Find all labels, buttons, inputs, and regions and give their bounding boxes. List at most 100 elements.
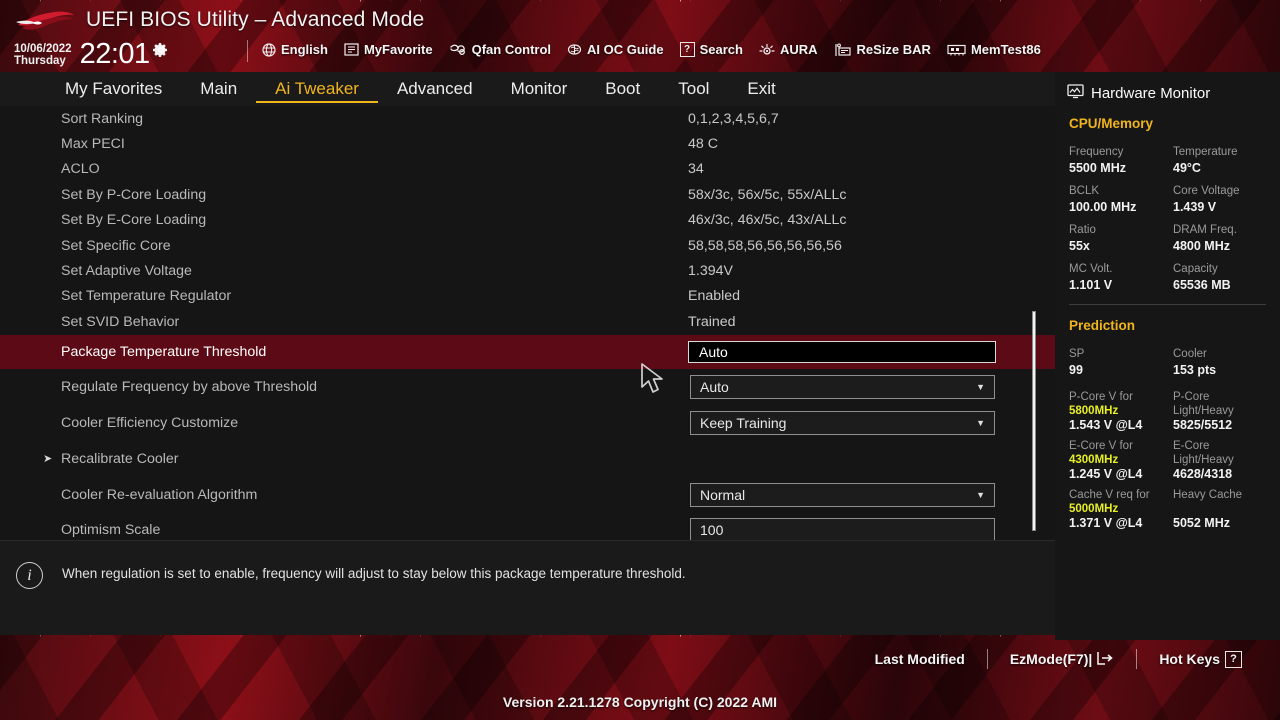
hwmon-key: Core Voltage: [1173, 185, 1240, 197]
setting-label: Set By P-Core Loading: [61, 186, 207, 203]
setting-label: Set Specific Core: [61, 237, 171, 254]
hwmon-value: 5825/5512: [1173, 418, 1233, 432]
hwmon-value: 100.00 MHz: [1069, 200, 1137, 214]
ezmode-button[interactable]: EzMode(F7)|: [988, 651, 1136, 668]
setting-label: Set Temperature Regulator: [61, 288, 232, 305]
table-row[interactable]: Set By E-Core Loading 46x/3c, 46x/5c, 43…: [0, 208, 1055, 233]
chevron-down-icon: ▼: [976, 417, 985, 428]
table-row[interactable]: Sort Ranking 0,1,2,3,4,5,6,7: [0, 106, 1055, 131]
hwmon-key-highlight: 4300MHz: [1069, 454, 1119, 466]
tool-english[interactable]: English: [262, 42, 328, 57]
gear-icon[interactable]: [152, 42, 169, 62]
tab-main[interactable]: Main: [181, 76, 256, 103]
submenu-row-recalibrate-cooler[interactable]: ➤ Recalibrate Cooler: [0, 441, 1055, 477]
table-row[interactable]: Set Adaptive Voltage 1.394V: [0, 258, 1055, 283]
hwmon-key: P-Core Light/Heavy: [1173, 391, 1234, 417]
last-modified-button[interactable]: Last Modified: [853, 651, 987, 667]
hwmon-section-prediction: Prediction: [1069, 318, 1136, 333]
tool-search[interactable]: ? Search: [679, 42, 743, 57]
tool-label: Search: [699, 42, 743, 57]
hwmon-value: 4800 MHz: [1173, 239, 1230, 253]
light-icon: [759, 43, 775, 57]
setting-value: Trained: [688, 313, 736, 330]
cooler-reevaluation-algorithm-select[interactable]: Normal ▼: [690, 482, 995, 507]
list-icon: [344, 43, 359, 56]
hwmon-key-ecore-v: E-Core V for 4300MHz: [1069, 440, 1133, 466]
table-row[interactable]: Optimism Scale 100: [0, 513, 1055, 540]
table-row[interactable]: Set By P-Core Loading 58x/3c, 56x/5c, 55…: [0, 182, 1055, 207]
table-row[interactable]: Max PECI 48 C: [0, 131, 1055, 156]
hardware-monitor-panel: Hardware Monitor CPU/Memory Frequency Te…: [1055, 72, 1280, 640]
hwmon-key: Frequency: [1069, 146, 1124, 158]
hot-keys-button[interactable]: Hot Keys ?: [1137, 650, 1264, 668]
version-text: Version 2.21.1278 Copyright (C) 2022 AMI: [502, 694, 778, 710]
tab-my-favorites[interactable]: My Favorites: [46, 76, 181, 103]
tool-aura[interactable]: AURA: [759, 42, 818, 57]
table-row[interactable]: Set Specific Core 58,58,58,56,56,56,56,5…: [0, 233, 1055, 258]
package-temperature-threshold-input[interactable]: Auto: [688, 340, 996, 363]
optimism-scale-input[interactable]: 100: [690, 517, 995, 540]
cooler-efficiency-customize-select[interactable]: Keep Training ▼: [690, 410, 995, 435]
table-row[interactable]: Set SVID Behavior Trained: [0, 309, 1055, 334]
setting-label: Cooler Re-evaluation Algorithm: [61, 486, 258, 503]
tool-memtest86[interactable]: MemTest86: [947, 42, 1041, 57]
table-row[interactable]: Cooler Efficiency Customize Keep Trainin…: [0, 405, 1055, 441]
tool-qfan-control[interactable]: Qfan Control: [449, 42, 551, 57]
table-row[interactable]: ACLO 34: [0, 157, 1055, 182]
help-text: When regulation is set to enable, freque…: [62, 566, 686, 581]
hwmon-key: BCLK: [1069, 185, 1100, 197]
setting-label: Set SVID Behavior: [61, 313, 180, 330]
tab-boot[interactable]: Boot: [586, 76, 659, 103]
scrollbar-thumb[interactable]: [1032, 311, 1036, 531]
clock-text: 22:01: [79, 38, 151, 70]
tool-label: AI OC Guide: [587, 42, 664, 57]
setting-label: Recalibrate Cooler: [61, 450, 179, 467]
hwmon-key: E-Core Light/Heavy: [1173, 440, 1234, 466]
hwmon-value: 1.439 V: [1173, 200, 1217, 214]
hwmon-key: Temperature: [1173, 146, 1238, 158]
tool-myfavorite[interactable]: MyFavorite: [344, 42, 433, 57]
hot-keys-label: Hot Keys: [1159, 651, 1220, 667]
tool-label: ReSize BAR: [856, 42, 931, 57]
hwmon-value: 65536 MB: [1173, 278, 1231, 292]
table-row[interactable]: Set Temperature Regulator Enabled: [0, 284, 1055, 309]
chevron-down-icon: ▼: [976, 381, 985, 392]
selected-setting-row[interactable]: Package Temperature Threshold Auto: [0, 334, 1055, 369]
globe-icon: [262, 42, 276, 57]
setting-value: Enabled: [688, 288, 741, 305]
table-row[interactable]: Regulate Frequency by above Threshold Au…: [0, 369, 1055, 405]
tab-tool[interactable]: Tool: [659, 76, 728, 103]
setting-label: Package Temperature Threshold: [61, 343, 267, 360]
select-value: Normal: [700, 486, 746, 503]
setting-value: 34: [688, 161, 704, 178]
setting-value: 1.394V: [688, 263, 733, 280]
tool-label: MyFavorite: [363, 42, 433, 57]
regulate-frequency-select[interactable]: Auto ▼: [690, 374, 995, 399]
hwmon-value: 99: [1069, 363, 1083, 377]
hwmon-value: 5500 MHz: [1069, 161, 1126, 175]
table-row[interactable]: Cooler Re-evaluation Algorithm Normal ▼: [0, 477, 1055, 513]
settings-scrollbar[interactable]: [1031, 106, 1037, 540]
setting-value: 58,58,58,56,56,56,56,56: [688, 237, 842, 254]
hwmon-title-label: Hardware Monitor: [1091, 85, 1211, 102]
hwmon-key: Capacity: [1173, 263, 1218, 275]
tab-exit[interactable]: Exit: [728, 76, 794, 103]
tool-ai-oc-guide[interactable]: AI OC Guide: [567, 42, 664, 57]
select-value: Auto: [700, 378, 729, 395]
tool-resize-bar[interactable]: ReSize BAR: [834, 42, 931, 57]
hwmon-value: 55x: [1069, 239, 1090, 253]
hwmon-section-cpu-memory: CPU/Memory: [1069, 116, 1154, 131]
hwmon-key: MC Volt.: [1069, 263, 1113, 275]
monitor-icon: [1067, 84, 1084, 103]
hwmon-key-cache-v: Cache V req for 5000MHz: [1069, 489, 1150, 515]
hwmon-key: Heavy Cache: [1173, 489, 1243, 501]
tab-ai-tweaker[interactable]: Ai Tweaker: [256, 76, 378, 103]
setting-value: 58x/3c, 56x/5c, 55x/ALLc: [688, 186, 847, 203]
tab-monitor[interactable]: Monitor: [492, 76, 587, 103]
setting-label: Set By E-Core Loading: [61, 212, 207, 229]
hwmon-value: 4628/4318: [1173, 467, 1233, 481]
brain-icon: [567, 43, 582, 57]
tab-advanced[interactable]: Advanced: [378, 76, 492, 103]
header-toolbar: English MyFavorite Qfan Control AI OC Gu…: [262, 42, 1041, 57]
hwmon-prediction-detail-grid: P-Core V for 5800MHz P-Core Light/Heavy …: [1055, 384, 1280, 531]
